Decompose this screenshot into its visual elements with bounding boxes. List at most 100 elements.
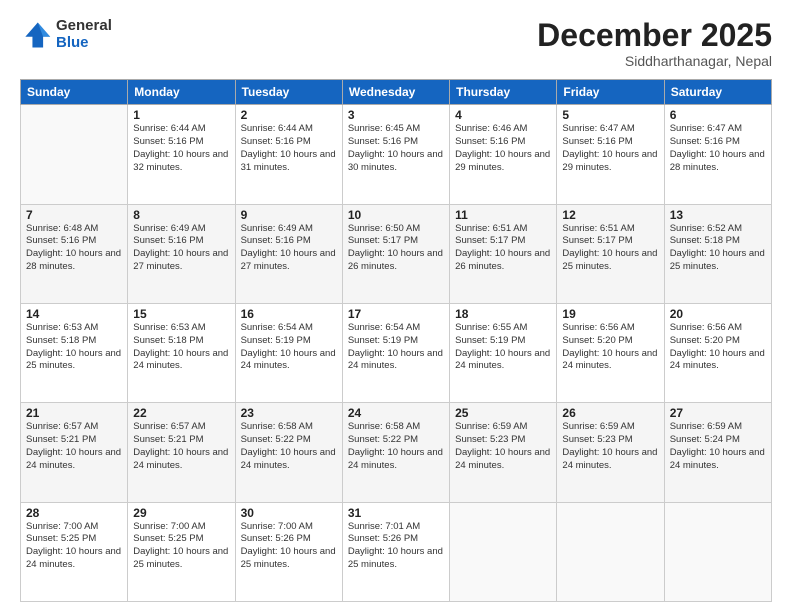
day-detail: Sunrise: 6:44 AMSunset: 5:16 PMDaylight:… [241, 123, 337, 174]
header-row: SundayMondayTuesdayWednesdayThursdayFrid… [21, 80, 772, 105]
day-detail: Sunrise: 6:51 AMSunset: 5:17 PMDaylight:… [455, 223, 551, 274]
day-cell [557, 502, 664, 601]
day-cell: 5Sunrise: 6:47 AMSunset: 5:16 PMDaylight… [557, 105, 664, 204]
day-number: 10 [348, 208, 444, 222]
day-cell: 26Sunrise: 6:59 AMSunset: 5:23 PMDayligh… [557, 403, 664, 502]
day-number: 2 [241, 108, 337, 122]
day-cell: 18Sunrise: 6:55 AMSunset: 5:19 PMDayligh… [450, 303, 557, 402]
day-detail: Sunrise: 6:56 AMSunset: 5:20 PMDaylight:… [670, 322, 766, 373]
logo-icon [20, 19, 52, 51]
day-cell: 21Sunrise: 6:57 AMSunset: 5:21 PMDayligh… [21, 403, 128, 502]
day-cell: 2Sunrise: 6:44 AMSunset: 5:16 PMDaylight… [235, 105, 342, 204]
day-number: 15 [133, 307, 229, 321]
day-cell: 16Sunrise: 6:54 AMSunset: 5:19 PMDayligh… [235, 303, 342, 402]
day-detail: Sunrise: 6:53 AMSunset: 5:18 PMDaylight:… [26, 322, 122, 373]
day-cell: 8Sunrise: 6:49 AMSunset: 5:16 PMDaylight… [128, 204, 235, 303]
header-day-friday: Friday [557, 80, 664, 105]
day-cell [21, 105, 128, 204]
logo-text: General Blue [56, 18, 112, 51]
day-cell: 6Sunrise: 6:47 AMSunset: 5:16 PMDaylight… [664, 105, 771, 204]
day-cell: 4Sunrise: 6:46 AMSunset: 5:16 PMDaylight… [450, 105, 557, 204]
day-detail: Sunrise: 6:50 AMSunset: 5:17 PMDaylight:… [348, 223, 444, 274]
day-cell: 1Sunrise: 6:44 AMSunset: 5:16 PMDaylight… [128, 105, 235, 204]
day-cell: 23Sunrise: 6:58 AMSunset: 5:22 PMDayligh… [235, 403, 342, 502]
day-number: 27 [670, 406, 766, 420]
day-number: 21 [26, 406, 122, 420]
day-number: 13 [670, 208, 766, 222]
day-number: 30 [241, 506, 337, 520]
day-detail: Sunrise: 6:46 AMSunset: 5:16 PMDaylight:… [455, 123, 551, 174]
day-number: 9 [241, 208, 337, 222]
day-cell: 19Sunrise: 6:56 AMSunset: 5:20 PMDayligh… [557, 303, 664, 402]
day-number: 23 [241, 406, 337, 420]
day-number: 29 [133, 506, 229, 520]
day-number: 26 [562, 406, 658, 420]
day-cell [664, 502, 771, 601]
day-number: 17 [348, 307, 444, 321]
day-detail: Sunrise: 7:01 AMSunset: 5:26 PMDaylight:… [348, 521, 444, 572]
header-day-wednesday: Wednesday [342, 80, 449, 105]
week-row-0: 1Sunrise: 6:44 AMSunset: 5:16 PMDaylight… [21, 105, 772, 204]
day-detail: Sunrise: 6:58 AMSunset: 5:22 PMDaylight:… [241, 421, 337, 472]
header: General Blue December 2025 Siddharthanag… [20, 18, 772, 69]
day-detail: Sunrise: 6:57 AMSunset: 5:21 PMDaylight:… [26, 421, 122, 472]
day-detail: Sunrise: 7:00 AMSunset: 5:25 PMDaylight:… [26, 521, 122, 572]
day-number: 1 [133, 108, 229, 122]
day-cell: 13Sunrise: 6:52 AMSunset: 5:18 PMDayligh… [664, 204, 771, 303]
day-cell: 3Sunrise: 6:45 AMSunset: 5:16 PMDaylight… [342, 105, 449, 204]
day-number: 28 [26, 506, 122, 520]
day-detail: Sunrise: 6:58 AMSunset: 5:22 PMDaylight:… [348, 421, 444, 472]
day-cell: 27Sunrise: 6:59 AMSunset: 5:24 PMDayligh… [664, 403, 771, 502]
day-cell: 14Sunrise: 6:53 AMSunset: 5:18 PMDayligh… [21, 303, 128, 402]
day-detail: Sunrise: 6:52 AMSunset: 5:18 PMDaylight:… [670, 223, 766, 274]
day-number: 12 [562, 208, 658, 222]
header-day-thursday: Thursday [450, 80, 557, 105]
header-day-tuesday: Tuesday [235, 80, 342, 105]
day-cell: 31Sunrise: 7:01 AMSunset: 5:26 PMDayligh… [342, 502, 449, 601]
calendar-table: SundayMondayTuesdayWednesdayThursdayFrid… [20, 79, 772, 602]
day-cell: 10Sunrise: 6:50 AMSunset: 5:17 PMDayligh… [342, 204, 449, 303]
day-number: 22 [133, 406, 229, 420]
day-detail: Sunrise: 6:44 AMSunset: 5:16 PMDaylight:… [133, 123, 229, 174]
day-number: 3 [348, 108, 444, 122]
day-detail: Sunrise: 6:49 AMSunset: 5:16 PMDaylight:… [133, 223, 229, 274]
day-detail: Sunrise: 7:00 AMSunset: 5:26 PMDaylight:… [241, 521, 337, 572]
day-number: 7 [26, 208, 122, 222]
day-cell: 9Sunrise: 6:49 AMSunset: 5:16 PMDaylight… [235, 204, 342, 303]
day-number: 5 [562, 108, 658, 122]
day-cell: 29Sunrise: 7:00 AMSunset: 5:25 PMDayligh… [128, 502, 235, 601]
week-row-2: 14Sunrise: 6:53 AMSunset: 5:18 PMDayligh… [21, 303, 772, 402]
title-block: December 2025 Siddharthanagar, Nepal [537, 18, 772, 69]
logo-blue-text: Blue [56, 35, 112, 52]
day-number: 24 [348, 406, 444, 420]
location-subtitle: Siddharthanagar, Nepal [537, 53, 772, 69]
day-detail: Sunrise: 6:55 AMSunset: 5:19 PMDaylight:… [455, 322, 551, 373]
header-day-monday: Monday [128, 80, 235, 105]
day-cell: 28Sunrise: 7:00 AMSunset: 5:25 PMDayligh… [21, 502, 128, 601]
day-detail: Sunrise: 6:57 AMSunset: 5:21 PMDaylight:… [133, 421, 229, 472]
day-number: 18 [455, 307, 551, 321]
day-detail: Sunrise: 6:51 AMSunset: 5:17 PMDaylight:… [562, 223, 658, 274]
day-detail: Sunrise: 6:47 AMSunset: 5:16 PMDaylight:… [670, 123, 766, 174]
day-cell: 17Sunrise: 6:54 AMSunset: 5:19 PMDayligh… [342, 303, 449, 402]
day-detail: Sunrise: 6:49 AMSunset: 5:16 PMDaylight:… [241, 223, 337, 274]
day-cell: 7Sunrise: 6:48 AMSunset: 5:16 PMDaylight… [21, 204, 128, 303]
day-cell: 25Sunrise: 6:59 AMSunset: 5:23 PMDayligh… [450, 403, 557, 502]
day-number: 16 [241, 307, 337, 321]
week-row-4: 28Sunrise: 7:00 AMSunset: 5:25 PMDayligh… [21, 502, 772, 601]
day-cell [450, 502, 557, 601]
page: General Blue December 2025 Siddharthanag… [0, 0, 792, 612]
day-cell: 30Sunrise: 7:00 AMSunset: 5:26 PMDayligh… [235, 502, 342, 601]
day-cell: 22Sunrise: 6:57 AMSunset: 5:21 PMDayligh… [128, 403, 235, 502]
week-row-1: 7Sunrise: 6:48 AMSunset: 5:16 PMDaylight… [21, 204, 772, 303]
day-detail: Sunrise: 6:56 AMSunset: 5:20 PMDaylight:… [562, 322, 658, 373]
day-cell: 15Sunrise: 6:53 AMSunset: 5:18 PMDayligh… [128, 303, 235, 402]
week-row-3: 21Sunrise: 6:57 AMSunset: 5:21 PMDayligh… [21, 403, 772, 502]
day-number: 8 [133, 208, 229, 222]
day-detail: Sunrise: 6:54 AMSunset: 5:19 PMDaylight:… [241, 322, 337, 373]
day-number: 31 [348, 506, 444, 520]
logo: General Blue [20, 18, 112, 51]
day-detail: Sunrise: 6:59 AMSunset: 5:23 PMDaylight:… [455, 421, 551, 472]
day-number: 11 [455, 208, 551, 222]
day-cell: 20Sunrise: 6:56 AMSunset: 5:20 PMDayligh… [664, 303, 771, 402]
